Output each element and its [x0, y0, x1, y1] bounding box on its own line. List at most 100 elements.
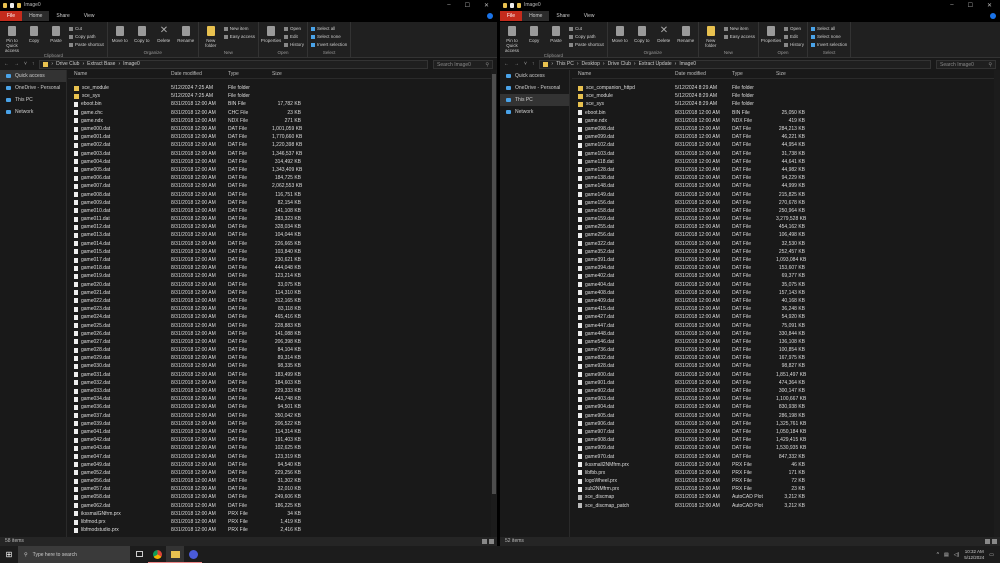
tab-home[interactable]: Home: [522, 11, 550, 21]
file-row[interactable]: game900.dat 8/31/2018 12:00 AM DAT File 1,8…: [572, 371, 994, 379]
file-row[interactable]: game.ndx 8/31/2018 12:00 AM NDX File 271 KB: [68, 117, 491, 125]
file-row[interactable]: game031.dat 8/31/2018 12:00 AM DAT File 183…: [68, 371, 491, 379]
open-button[interactable]: Open: [784, 26, 804, 31]
column-header-name[interactable]: Name: [572, 71, 672, 77]
file-row[interactable]: game004.dat 8/31/2018 12:00 AM DAT File 314…: [68, 158, 491, 166]
large-icons-view-button[interactable]: [992, 539, 997, 544]
move-to-button[interactable]: Move to: [111, 24, 129, 50]
file-row[interactable]: game099.dat 8/31/2018 12:00 AM DAT File 46,…: [572, 133, 994, 141]
copy-button[interactable]: Copy: [25, 24, 43, 53]
file-row[interactable]: game906.dat 8/31/2018 12:00 AM DAT File 1,3…: [572, 420, 994, 428]
file-row[interactable]: game012.dat 8/31/2018 12:00 AM DAT File 328…: [68, 223, 491, 231]
file-row[interactable]: game002.dat 8/31/2018 12:00 AM DAT File 1,2…: [68, 141, 491, 149]
select-all-button[interactable]: Select all: [811, 26, 847, 31]
file-row[interactable]: game905.dat 8/31/2018 12:00 AM DAT File 286…: [572, 412, 994, 420]
file-row[interactable]: game907.dat 8/31/2018 12:00 AM DAT File 1,0…: [572, 428, 994, 436]
nav-item-this-pc[interactable]: This PC: [0, 94, 66, 106]
file-row[interactable]: game032.dat 8/31/2018 12:00 AM DAT File 184…: [68, 379, 491, 387]
file-row[interactable]: sce_companion_httpd 5/12/2024 8:29 AM File…: [572, 84, 994, 92]
minimize-button[interactable]: –: [447, 2, 450, 9]
file-row[interactable]: game000.dat 8/31/2018 12:00 AM DAT File 1,0…: [68, 125, 491, 133]
file-row[interactable]: game394.dat 8/31/2018 12:00 AM DAT File 153…: [572, 264, 994, 272]
pin-button[interactable]: Pin to Quick access: [503, 24, 521, 53]
file-row[interactable]: game033.dat 8/31/2018 12:00 AM DAT File 229…: [68, 387, 491, 395]
file-row[interactable]: game448.dat 8/31/2018 12:00 AM DAT File 330…: [572, 330, 994, 338]
file-row[interactable]: game404.dat 8/31/2018 12:00 AM DAT File 35,…: [572, 281, 994, 289]
start-button[interactable]: ⊞: [0, 546, 18, 563]
breadcrumb[interactable]: › This PC › Desktop › Drive Club › Extract Upda…: [539, 59, 931, 69]
file-row[interactable]: game062.dat 8/31/2018 12:00 AM DAT File 186…: [68, 502, 491, 510]
tab-view[interactable]: View: [577, 11, 602, 21]
minimize-button[interactable]: –: [950, 2, 953, 9]
file-row[interactable]: game006.dat 8/31/2018 12:00 AM DAT File 184…: [68, 174, 491, 182]
open-button[interactable]: Open: [284, 26, 304, 31]
file-row[interactable]: game415.dat 8/31/2018 12:00 AM DAT File 36,…: [572, 305, 994, 313]
paste-button[interactable]: Paste: [47, 24, 65, 53]
new-folder-button[interactable]: New folder: [202, 24, 220, 50]
chevron-up-icon[interactable]: ^: [937, 552, 939, 558]
history-button[interactable]: History: [784, 42, 804, 47]
recent-button[interactable]: ˅: [524, 61, 527, 67]
column-header-size[interactable]: Size: [776, 71, 808, 77]
file-row[interactable]: game.chc 8/31/2018 12:00 AM CHC File 23 KB: [68, 109, 491, 117]
file-row[interactable]: libfmod.prx 8/31/2018 12:00 AM PRX File 1,4…: [68, 518, 491, 526]
close-button[interactable]: ✕: [987, 2, 992, 9]
file-row[interactable]: game029.dat 8/31/2018 12:00 AM DAT File 89,…: [68, 354, 491, 362]
file-row[interactable]: game138.dat 8/31/2018 12:00 AM DAT File 94,…: [572, 174, 994, 182]
rename-button[interactable]: Rename: [177, 24, 195, 50]
file-row[interactable]: game037.dat 8/31/2018 12:00 AM DAT File 350…: [68, 412, 491, 420]
file-row[interactable]: game019.dat 8/31/2018 12:00 AM DAT File 123…: [68, 272, 491, 280]
file-row[interactable]: sce_sys 5/12/2024 7:25 AM File folder: [68, 92, 491, 100]
copy-to-button[interactable]: Copy to: [633, 24, 651, 50]
file-row[interactable]: game391.dat 8/31/2018 12:00 AM DAT File 1,0…: [572, 256, 994, 264]
file-row[interactable]: game014.dat 8/31/2018 12:00 AM DAT File 226…: [68, 240, 491, 248]
file-row[interactable]: sce_discmap 8/31/2018 12:00 AM AutoCAD Plo…: [572, 493, 994, 501]
taskbar-file-explorer[interactable]: [166, 546, 184, 563]
copy-to-button[interactable]: Copy to: [133, 24, 151, 50]
breadcrumb-item[interactable]: Extract Update: [639, 61, 672, 67]
select-none-button[interactable]: Select none: [311, 34, 347, 39]
file-row[interactable]: game.ndx 8/31/2018 12:00 AM NDX File 419 KB: [572, 117, 994, 125]
file-row[interactable]: game102.dat 8/31/2018 12:00 AM DAT File 44,…: [572, 141, 994, 149]
tab-share[interactable]: Share: [549, 11, 576, 21]
column-header-name[interactable]: Name: [68, 71, 168, 77]
tab-home[interactable]: Home: [22, 11, 50, 21]
large-icons-view-button[interactable]: [489, 539, 494, 544]
file-row[interactable]: game027.dat 8/31/2018 12:00 AM DAT File 206…: [68, 338, 491, 346]
file-row[interactable]: game007.dat 8/31/2018 12:00 AM DAT File 2,0…: [68, 182, 491, 190]
breadcrumb-item[interactable]: Image0: [123, 61, 140, 67]
taskbar-app[interactable]: [184, 546, 202, 563]
delete-button[interactable]: ✕ Delete: [655, 24, 673, 50]
nav-item-network[interactable]: Network: [0, 106, 66, 118]
file-row[interactable]: game020.dat 8/31/2018 12:00 AM DAT File 33,…: [68, 281, 491, 289]
tab-file[interactable]: File: [0, 11, 23, 21]
file-row[interactable]: game047.dat 8/31/2018 12:00 AM DAT File 123…: [68, 452, 491, 460]
nav-item-quick-access[interactable]: Quick access: [500, 70, 569, 82]
file-row[interactable]: game904.dat 8/31/2018 12:00 AM DAT File 830…: [572, 403, 994, 411]
edit-button[interactable]: Edit: [284, 34, 304, 39]
file-row[interactable]: game036.dat 8/31/2018 12:00 AM DAT File 94,…: [68, 403, 491, 411]
breadcrumb-item[interactable]: Image0: [679, 61, 696, 67]
file-row[interactable]: game023.dat 8/31/2018 12:00 AM DAT File 83,…: [68, 305, 491, 313]
file-row[interactable]: libfbb.prx 8/31/2018 12:00 AM PRX File 171 …: [572, 469, 994, 477]
up-button[interactable]: ↑: [532, 61, 535, 67]
paste-shortcut-button[interactable]: Paste shortcut: [69, 42, 104, 47]
easy-access-button[interactable]: Easy access: [224, 34, 255, 39]
file-row[interactable]: game056.dat 8/31/2018 12:00 AM DAT File 31,…: [68, 477, 491, 485]
file-row[interactable]: game908.dat 8/31/2018 12:00 AM DAT File 1,4…: [572, 436, 994, 444]
close-button[interactable]: ✕: [484, 2, 489, 9]
file-row[interactable]: game103.dat 8/31/2018 12:00 AM DAT File 31,…: [572, 150, 994, 158]
invert-button[interactable]: Invert selection: [811, 42, 847, 47]
file-row[interactable]: eboot.bin 8/31/2018 12:00 AM BIN File 17,78…: [68, 100, 491, 108]
details-view-button[interactable]: [985, 539, 990, 544]
cut-button[interactable]: Cut: [69, 26, 104, 31]
file-row[interactable]: game011.dat 8/31/2018 12:00 AM DAT File 283…: [68, 215, 491, 223]
task-view-button[interactable]: [130, 546, 148, 563]
file-row[interactable]: game049.dat 8/31/2018 12:00 AM DAT File 94,…: [68, 461, 491, 469]
maximize-button[interactable]: ☐: [968, 2, 973, 9]
tab-share[interactable]: Share: [49, 11, 76, 21]
file-row[interactable]: game118.dat 8/31/2018 12:00 AM DAT File 44,…: [572, 158, 994, 166]
nav-item-quick-access[interactable]: Quick access: [0, 70, 66, 82]
paste-shortcut-button[interactable]: Paste shortcut: [569, 42, 604, 47]
file-row[interactable]: game030.dat 8/31/2018 12:00 AM DAT File 98,…: [68, 362, 491, 370]
